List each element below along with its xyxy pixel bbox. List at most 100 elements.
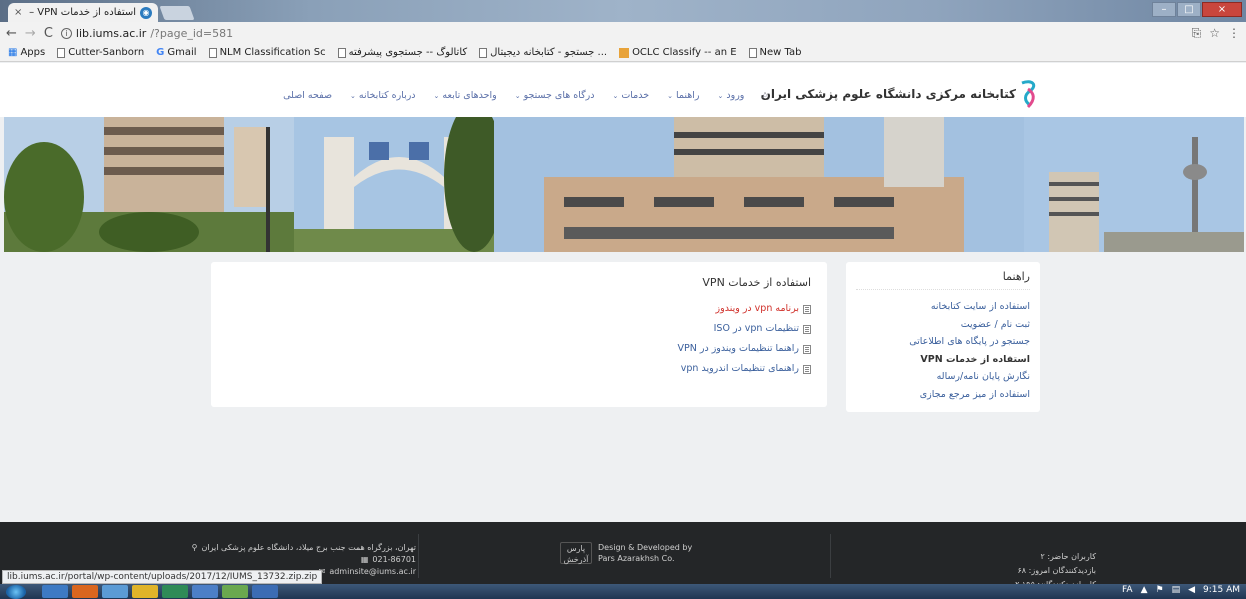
- file-download-link[interactable]: برنامه vpn در ویندوز: [227, 299, 811, 319]
- apps-grid-icon: ▦: [8, 47, 18, 58]
- pars-azarakhsh-logo[interactable]: پارس آذرخش: [560, 542, 592, 564]
- new-tab-button[interactable]: [159, 6, 195, 20]
- file-link-label: راهنما تنظیمات ویندوز در VPN: [677, 343, 800, 354]
- page-icon: [479, 47, 488, 58]
- credits-line-2: Pars Azarakhsh Co.: [598, 554, 675, 563]
- bookmark-label: Apps: [20, 47, 46, 58]
- sidebar-help-box: راهنما استفاده از سایت کتابخانه ثبت نام /…: [846, 262, 1040, 412]
- footer-address: تهران، بزرگراه همت جنب برج میلاد، دانشگا…: [201, 543, 416, 552]
- tray-arrow-icon[interactable]: ▲: [1141, 585, 1148, 595]
- explorer-icon[interactable]: [42, 585, 68, 598]
- sidebar-link[interactable]: ثبت نام / عضویت: [856, 316, 1030, 334]
- nav-item[interactable]: ورود⌄: [718, 90, 745, 101]
- nav-item[interactable]: درگاه های جستجو⌄: [515, 90, 595, 101]
- forward-arrow-icon[interactable]: →: [25, 26, 36, 41]
- app-icon[interactable]: [192, 585, 218, 598]
- footer-address-row: ⚲ تهران، بزرگراه همت جنب برج میلاد، دانش…: [86, 542, 416, 554]
- star-icon[interactable]: ☆: [1209, 26, 1220, 41]
- sidebar-link[interactable]: استفاده از خدمات VPN: [856, 351, 1030, 369]
- footer-divider: [418, 534, 419, 578]
- back-arrow-icon[interactable]: ←: [6, 26, 17, 41]
- nav-item-label: ورود: [726, 90, 745, 101]
- close-window-button[interactable]: ×: [1202, 2, 1242, 17]
- app-icon[interactable]: [102, 585, 128, 598]
- url-path: /?page_id=581: [150, 26, 234, 40]
- chevron-down-icon: ⌄: [514, 92, 521, 100]
- browser-tab[interactable]: ◉ استفاده از خدمات VPN – کتابخ ×: [8, 3, 158, 22]
- app-icon[interactable]: [222, 585, 248, 598]
- nav-item-label: درباره کتابخانه: [358, 90, 416, 101]
- sidebar-link[interactable]: جستجو در پایگاه های اطلاعاتی: [856, 333, 1030, 351]
- today-visitors: بازدیدکنندگان امروز: ۶۸: [1017, 566, 1097, 575]
- translate-icon[interactable]: ⎘: [1192, 26, 1202, 41]
- bookmark-item[interactable]: New Tab: [748, 47, 802, 58]
- taskbar-apps: [42, 585, 278, 598]
- app-icon[interactable]: [252, 585, 278, 598]
- chrome-icon[interactable]: [132, 585, 158, 598]
- volume-icon[interactable]: ◀: [1188, 585, 1195, 595]
- window-controls: – □ ×: [1152, 2, 1242, 17]
- main-navigation: صفحه اصلی درباره کتابخانه⌄ واحدهای تابعه⌄ د…: [283, 90, 768, 101]
- file-download-link[interactable]: راهنما تنظیمات ویندوز در VPN: [227, 339, 811, 359]
- main-content-box: استفاده از خدمات VPN برنامه vpn در ویندو…: [211, 262, 827, 407]
- tab-close-icon[interactable]: ×: [14, 7, 22, 18]
- nav-item-label: صفحه اصلی: [283, 90, 333, 101]
- nav-item-label: خدمات: [621, 90, 650, 101]
- nav-item[interactable]: صفحه اصلی: [283, 90, 332, 101]
- clock[interactable]: 9:15 AM: [1203, 585, 1240, 595]
- bookmark-item[interactable]: جستجو - کتابخانه دیجیتال ...: [479, 47, 607, 58]
- footer-email[interactable]: adminsite@iums.ac.ir: [329, 566, 416, 578]
- document-icon: [803, 344, 811, 354]
- bookmark-item[interactable]: OCLC Classify -- an E: [619, 47, 737, 58]
- windows-taskbar: FA ▲ ⚑ ▤ ◀ 9:15 AM: [0, 584, 1246, 599]
- nav-item-label: درگاه های جستجو: [523, 90, 595, 101]
- start-button[interactable]: [6, 584, 26, 599]
- maximize-button[interactable]: □: [1177, 2, 1201, 17]
- bookmark-item[interactable]: ▦ Apps: [8, 47, 45, 58]
- nav-item[interactable]: خدمات⌄: [612, 90, 649, 101]
- flag-icon[interactable]: ⚑: [1155, 585, 1163, 595]
- bookmark-label: Cutter-Sanborn: [68, 47, 145, 58]
- sidebar-link[interactable]: استفاده از میز مرجع مجازی: [856, 386, 1030, 404]
- media-player-icon[interactable]: [72, 585, 98, 598]
- sidebar-link[interactable]: استفاده از سایت کتابخانه: [856, 298, 1030, 316]
- nav-item[interactable]: درباره کتابخانه⌄: [350, 90, 416, 101]
- university-logo-icon[interactable]: [1018, 79, 1040, 109]
- footer-divider: [830, 534, 831, 578]
- search-icon[interactable]: ⌕: [762, 90, 768, 101]
- tab-title: استفاده از خدمات VPN – کتابخ: [26, 7, 136, 18]
- oclc-icon: [619, 47, 630, 58]
- nav-item[interactable]: راهنما⌄: [667, 90, 699, 101]
- menu-icon[interactable]: ⋮: [1228, 26, 1240, 41]
- footer-phone-row: ▦ 021-86701: [86, 554, 416, 566]
- language-indicator[interactable]: FA: [1122, 585, 1133, 595]
- file-download-link[interactable]: تنظیمات vpn در ISO: [227, 319, 811, 339]
- document-icon: [803, 364, 811, 374]
- online-users: کاربران حاضر: ۲: [1040, 552, 1096, 561]
- bookmark-label: New Tab: [759, 47, 802, 58]
- page-icon: [57, 47, 66, 58]
- url-field[interactable]: i lib.iums.ac.ir/?page_id=581: [60, 26, 1184, 40]
- footer-phone: 021-86701: [372, 555, 416, 564]
- bookmark-item[interactable]: NLM Classification Sc: [208, 47, 326, 58]
- bookmark-item[interactable]: G Gmail: [156, 47, 196, 58]
- file-list: برنامه vpn در ویندوز تنظیمات vpn در ISO را…: [227, 299, 811, 379]
- address-bar: ← → C i lib.iums.ac.ir/?page_id=581 ⎘ ☆ …: [0, 22, 1246, 44]
- app-icon[interactable]: [162, 585, 188, 598]
- bookmark-label: Gmail: [167, 47, 197, 58]
- document-icon: [803, 304, 811, 314]
- minimize-button[interactable]: –: [1152, 2, 1176, 17]
- bookmark-label: کاتالوگ -- جستجوی پیشرفته: [348, 47, 468, 58]
- nav-item[interactable]: واحدهای تابعه⌄: [434, 90, 497, 101]
- address-bar-actions: ⎘ ☆ ⋮: [1192, 26, 1240, 41]
- bookmark-item[interactable]: کاتالوگ -- جستجوی پیشرفته: [337, 47, 468, 58]
- network-icon[interactable]: ▤: [1172, 585, 1181, 595]
- site-title[interactable]: کتابخانه مرکزی دانشگاه علوم پزشکی ایران: [761, 87, 1016, 101]
- file-download-link[interactable]: راهنمای تنظیمات اندروید vpn: [227, 359, 811, 379]
- bookmark-item[interactable]: Cutter-Sanborn: [57, 47, 144, 58]
- bookmark-label: NLM Classification Sc: [219, 47, 326, 58]
- file-link-label: برنامه vpn در ویندوز: [715, 303, 799, 314]
- sidebar-link[interactable]: نگارش پایان نامه/رساله: [856, 368, 1030, 386]
- reload-icon[interactable]: C: [44, 26, 53, 41]
- info-icon[interactable]: i: [60, 27, 72, 39]
